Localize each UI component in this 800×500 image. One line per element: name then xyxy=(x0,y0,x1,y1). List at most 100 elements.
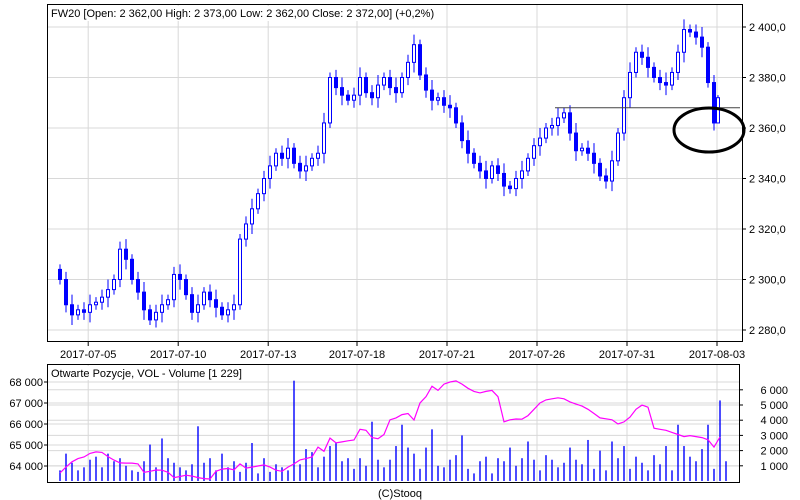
oi-tick-label: 64 000 xyxy=(9,461,43,473)
price-tick-label: 2 280,0 xyxy=(749,325,786,337)
date-tick-label: 2017-07-31 xyxy=(599,349,655,361)
candle-body xyxy=(58,268,62,280)
date-tick-label: 2017-07-26 xyxy=(509,349,565,361)
oi-tick-label: 68 000 xyxy=(9,377,43,389)
candle-body xyxy=(82,309,86,313)
candle-body xyxy=(322,122,326,154)
price-tick-label: 2 300,0 xyxy=(749,275,786,287)
main-title: FW20 [Open: 2 362,00 High: 2 373,00 Low:… xyxy=(51,8,434,20)
candle-body xyxy=(532,145,536,159)
candle-body xyxy=(196,304,200,313)
candle-body xyxy=(136,279,140,293)
candle-body xyxy=(286,147,290,159)
volume-tick-label: 1 000 xyxy=(760,461,788,473)
candle-body xyxy=(352,94,356,101)
candle-body xyxy=(538,137,542,147)
price-tick-label: 2 340,0 xyxy=(749,174,786,186)
candle-body xyxy=(430,89,434,101)
date-tick-label: 2017-07-10 xyxy=(150,349,206,361)
candle-body xyxy=(454,107,458,124)
date-tick-label: 2017-07-13 xyxy=(240,349,296,361)
candle-body xyxy=(88,304,92,313)
annotation-ellipse xyxy=(672,106,746,154)
date-tick-label: 2017-08-03 xyxy=(689,349,745,361)
date-tick-label: 2017-07-05 xyxy=(60,349,116,361)
candle-body xyxy=(244,223,248,240)
candle-body xyxy=(478,162,482,172)
candle-body xyxy=(190,294,194,313)
candle-body xyxy=(712,82,716,124)
oi-tick-label: 65 000 xyxy=(9,440,43,452)
candle-body xyxy=(664,82,668,86)
volume-tick-label: 4 000 xyxy=(760,415,788,427)
candle-body xyxy=(274,152,278,167)
price-tick-label: 2 400,0 xyxy=(749,22,786,34)
candle-body xyxy=(700,36,704,48)
candle-body xyxy=(418,44,422,76)
candle-body xyxy=(382,77,386,86)
candle-body xyxy=(370,92,374,99)
candle-body xyxy=(340,87,344,96)
candle-body xyxy=(106,289,110,298)
candle-body xyxy=(580,147,584,152)
candle-body xyxy=(484,170,488,180)
candle-body xyxy=(142,291,146,311)
candle-body xyxy=(226,309,230,316)
main-panel-frame xyxy=(47,4,743,342)
candle-body xyxy=(598,162,602,177)
candle-body xyxy=(628,71,632,99)
candle-body xyxy=(682,29,686,53)
candle-body xyxy=(118,248,122,280)
candle-body xyxy=(424,74,428,91)
candle-body xyxy=(100,296,104,303)
candle-body xyxy=(706,46,710,84)
candle-body xyxy=(376,84,380,99)
candle-body xyxy=(556,117,560,126)
candle-body xyxy=(646,56,650,68)
candle-body xyxy=(328,77,332,124)
candle-body xyxy=(658,77,662,84)
candle-body xyxy=(616,132,620,162)
candle-body xyxy=(604,175,608,182)
candle-body xyxy=(466,140,470,154)
candle-body xyxy=(694,31,698,38)
candle-body xyxy=(292,147,296,164)
candle-body xyxy=(154,311,158,321)
candle-body xyxy=(562,112,566,119)
date-tick-label: 2017-07-21 xyxy=(419,349,475,361)
candle-body xyxy=(250,208,254,225)
candle-body xyxy=(514,178,518,190)
candle-body xyxy=(448,104,452,109)
candle-body xyxy=(112,279,116,291)
candle-body xyxy=(592,152,596,164)
volume-tick-label: 6 000 xyxy=(760,385,788,397)
candle-body xyxy=(688,29,692,33)
lower-title: Otwarte Pozycje, VOL - Volume [1 229] xyxy=(51,368,242,380)
candle-body xyxy=(634,51,638,73)
candle-body xyxy=(172,273,176,301)
candle-body xyxy=(568,112,572,134)
candle-body xyxy=(64,279,68,306)
candle-body xyxy=(232,304,236,311)
candle-body xyxy=(670,71,674,86)
volume-tick-label: 5 000 xyxy=(760,400,788,412)
candle-body xyxy=(310,157,314,167)
candle-body xyxy=(490,165,494,179)
candle-body xyxy=(610,160,614,182)
candle-body xyxy=(262,178,266,195)
candle-body xyxy=(202,291,206,306)
candle-body xyxy=(586,147,590,154)
volume-tick-label: 3 000 xyxy=(760,430,788,442)
candle-body xyxy=(442,97,446,106)
candle-body xyxy=(406,61,410,78)
candle-body xyxy=(544,127,548,139)
candle-body xyxy=(268,165,272,179)
candle-body xyxy=(214,299,218,308)
candles xyxy=(58,19,720,328)
candle-body xyxy=(130,258,134,280)
candle-body xyxy=(676,51,680,73)
candle-body xyxy=(508,185,512,190)
candle-body xyxy=(334,77,338,89)
candle-body xyxy=(622,97,626,134)
candle-body xyxy=(550,124,554,129)
